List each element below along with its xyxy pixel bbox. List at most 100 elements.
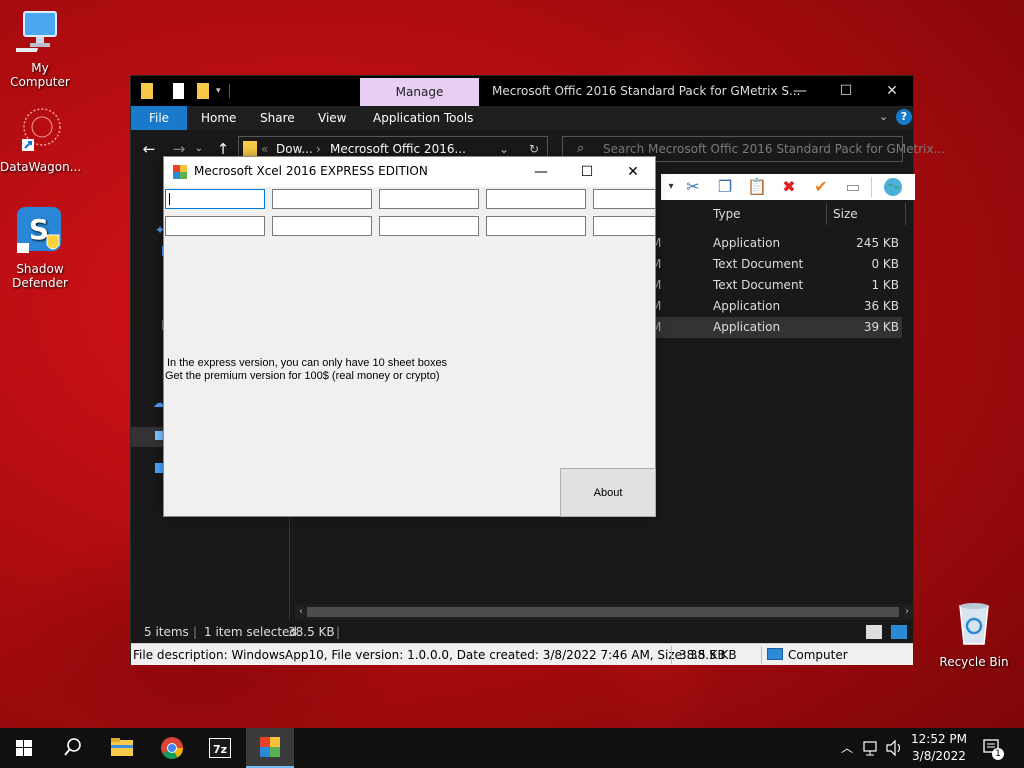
file-size: 1 KB	[871, 278, 899, 292]
file-row[interactable]: M Application 245 KB	[651, 233, 902, 254]
breadcrumb-current[interactable]: Mecrosoft Offic 2016...	[330, 142, 466, 156]
maximize-button[interactable]: ☐	[831, 80, 861, 102]
cut-icon[interactable]: ✂	[683, 177, 703, 197]
status-separator	[761, 646, 762, 664]
minimize-button[interactable]: —	[518, 157, 564, 187]
selection-size: 38.5 KB	[288, 625, 335, 639]
file-size: 245 KB	[856, 236, 899, 250]
copy-icon[interactable]: ❐	[715, 177, 735, 197]
desktop-icon-recycle-bin[interactable]: Recycle Bin	[934, 600, 1014, 669]
title-divider	[229, 84, 230, 98]
globe-icon[interactable]	[883, 177, 903, 197]
sheet-box-4[interactable]	[486, 189, 586, 209]
toolbar-divider	[871, 177, 872, 197]
xcel-title-bar: Mecrosoft Xcel 2016 EXPRESS EDITION — ☐ …	[164, 157, 655, 187]
column-header-type[interactable]: Type	[713, 203, 741, 225]
details-view-icon[interactable]	[866, 625, 882, 639]
maximize-button[interactable]: ☐	[564, 157, 610, 187]
details-status-bar: File description: WindowsApp10, File ver…	[131, 643, 913, 665]
taskbar-file-explorer[interactable]	[98, 728, 146, 768]
delete-icon[interactable]: ✖	[779, 177, 799, 197]
horizontal-scrollbar[interactable]: ‹ ›	[295, 604, 913, 620]
search-input[interactable]: Search Mecrosoft Offic 2016 Standard Pac…	[603, 142, 945, 156]
column-header-size[interactable]: Size	[833, 203, 858, 225]
back-button[interactable]: ←	[139, 139, 159, 159]
sheet-box-7[interactable]	[272, 216, 372, 236]
desktop-icon-label: Defender	[12, 276, 68, 290]
new-folder-icon[interactable]	[197, 83, 209, 99]
file-size: 36 KB	[863, 299, 899, 313]
rename-icon[interactable]: ▭	[843, 177, 863, 197]
notification-badge: 1	[992, 748, 1004, 760]
datawagon-icon	[22, 108, 61, 151]
desktop-icon-label: DataWagon...	[0, 160, 82, 174]
volume-icon[interactable]	[884, 728, 904, 768]
taskbar-7zip[interactable]: 7z	[196, 728, 244, 768]
scroll-right-icon[interactable]: ›	[901, 604, 913, 620]
tab-view[interactable]: View	[318, 106, 346, 130]
desktop-icon-label: My Computer	[10, 61, 70, 89]
sheet-box-9[interactable]	[486, 216, 586, 236]
toolbar-dropdown-icon[interactable]: ▾	[661, 177, 681, 197]
desktop-icon-my-computer[interactable]: My Computer	[0, 10, 80, 89]
sheet-box-3[interactable]	[379, 189, 479, 209]
sheet-box-6[interactable]	[165, 216, 265, 236]
desktop-icon-datawagon[interactable]: DataWagon...	[0, 105, 82, 174]
network-icon[interactable]	[862, 728, 880, 768]
xcel-dialog: Mecrosoft Xcel 2016 EXPRESS EDITION — ☐ …	[163, 156, 656, 517]
refresh-icon[interactable]: ↻	[529, 142, 539, 156]
sheet-box-10[interactable]	[593, 216, 656, 236]
breadcrumb-overflow-icon[interactable]: «	[261, 142, 268, 156]
taskbar-xcel-app[interactable]	[246, 728, 294, 768]
file-type: Application	[713, 236, 781, 250]
tab-home[interactable]: Home	[201, 106, 236, 130]
file-row[interactable]: M Application 36 KB	[651, 296, 902, 317]
file-row[interactable]: M Text Document 1 KB	[651, 275, 902, 296]
desktop-icon-shadow-defender[interactable]: S Shadow Defender	[0, 205, 80, 290]
search-icon	[64, 738, 81, 756]
minimize-button[interactable]: —	[785, 80, 815, 102]
search-button[interactable]	[48, 728, 96, 768]
taskbar-chrome[interactable]	[148, 728, 196, 768]
action-center-button[interactable]: 1	[980, 728, 1004, 768]
tab-file[interactable]: File	[131, 106, 187, 130]
about-button[interactable]: About	[560, 468, 656, 517]
recycle-bin-icon	[959, 603, 989, 645]
help-icon[interactable]: ?	[896, 109, 912, 125]
clock-time: 12:52 PM	[911, 732, 967, 746]
address-dropdown-icon[interactable]: ⌄	[499, 142, 509, 156]
file-type: Application	[713, 320, 781, 334]
scroll-left-icon[interactable]: ‹	[295, 604, 307, 620]
shadow-defender-icon: S	[17, 207, 61, 253]
file-explorer-icon	[111, 738, 133, 756]
breadcrumb-downloads[interactable]: Dow...	[276, 142, 313, 156]
properties-icon[interactable]	[173, 83, 184, 99]
tab-manage[interactable]: Manage	[360, 78, 479, 106]
close-button[interactable]: ✕	[877, 80, 907, 102]
large-icons-view-icon[interactable]	[891, 625, 907, 639]
ribbon-expand-icon[interactable]: ⌄	[879, 110, 888, 123]
start-button[interactable]	[0, 728, 48, 768]
checkmark-icon[interactable]: ✔	[811, 177, 831, 197]
sheet-box-8[interactable]	[379, 216, 479, 236]
sheet-box-5[interactable]	[593, 189, 656, 209]
file-row[interactable]: M Text Document 0 KB	[651, 254, 902, 275]
customize-quick-access-icon[interactable]: ▾	[216, 86, 221, 96]
scrollbar-thumb[interactable]	[307, 607, 899, 617]
search-icon: ⌕	[577, 141, 585, 156]
file-row-selected[interactable]: M Application 39 KB	[651, 317, 902, 338]
tab-application-tools[interactable]: Application Tools	[373, 106, 473, 130]
sheet-box-1[interactable]	[165, 189, 265, 209]
start-icon	[16, 740, 32, 756]
nav-this-pc-selected[interactable]	[131, 427, 165, 447]
svg-text:7z: 7z	[213, 743, 227, 756]
system-clock[interactable]: 12:52 PM 3/8/2022	[906, 731, 972, 765]
ribbon-tabs: File Home Share View Application Tools ⌄…	[131, 106, 913, 130]
close-button[interactable]: ✕	[610, 157, 656, 187]
show-hidden-icons-icon[interactable]: ︿	[838, 728, 856, 768]
status-bar: 5 items | 1 item selected 38.5 KB |	[131, 621, 913, 643]
sheet-box-2[interactable]	[272, 189, 372, 209]
paste-icon[interactable]: 📋	[747, 177, 767, 197]
tab-share[interactable]: Share	[260, 106, 295, 130]
7zip-icon: 7z	[209, 738, 231, 758]
